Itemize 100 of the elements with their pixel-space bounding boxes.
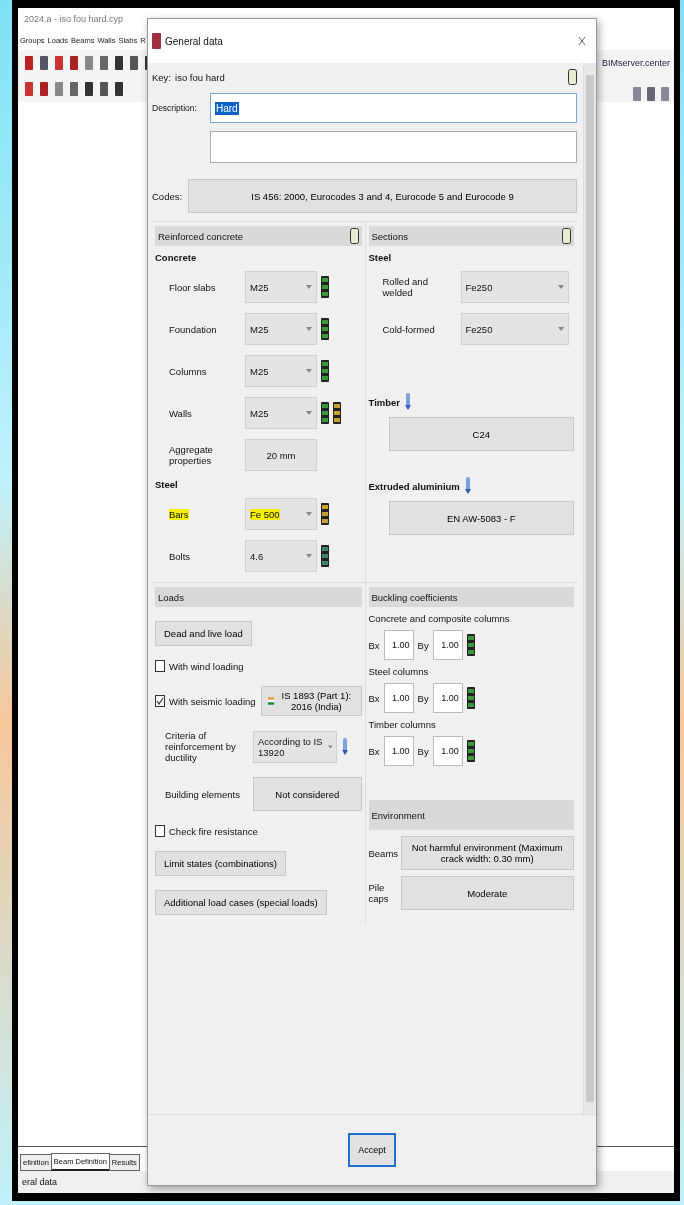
material-select[interactable]: M25 [245, 271, 317, 303]
coefficient-label: Bx [368, 692, 380, 704]
field-label: Criteria of reinforcement by ductility [165, 730, 237, 763]
tool-icon[interactable] [69, 81, 79, 97]
material-select[interactable]: M25 [245, 313, 317, 345]
scrollbar[interactable] [583, 63, 596, 1114]
section-title: Loads [158, 591, 184, 603]
tool-icon[interactable] [39, 55, 49, 71]
database-icon[interactable] [321, 503, 329, 525]
tool-icon[interactable] [84, 81, 94, 97]
tool-icon[interactable] [99, 55, 109, 71]
coefficient-field[interactable]: 1.00 [383, 683, 414, 713]
group-label: Timber columns [368, 719, 437, 730]
coefficient-label: Bx [368, 745, 380, 757]
aggregate-button[interactable]: 20 mm [245, 439, 317, 471]
codes-label: Codes: [152, 190, 184, 202]
checkbox[interactable] [155, 825, 165, 837]
caret-icon [306, 285, 312, 289]
app-icon [152, 33, 161, 49]
coefficient-label: By [417, 639, 429, 651]
field-label: Aggregate properties [169, 444, 214, 466]
coefficient-field[interactable]: 1.00 [432, 683, 463, 713]
material-select[interactable]: M25 [245, 355, 317, 387]
environment-button[interactable]: Not harmful environment (Maximum crack width: 0.30 mm) [400, 836, 574, 870]
description-field[interactable]: Hard [210, 93, 577, 123]
material-select[interactable]: 4.6 [245, 540, 317, 572]
section-title: Buckling coefficients [371, 591, 458, 603]
code-button[interactable]: IS 1893 (Part 1): 2016 (India) [261, 686, 362, 716]
checkbox-label: Check fire resistance [169, 825, 258, 837]
document-icon[interactable] [349, 228, 359, 244]
document-icon[interactable] [568, 69, 577, 85]
caret-icon [306, 411, 312, 415]
tool-icon[interactable] [69, 55, 79, 71]
field-label: Pile caps [368, 882, 390, 904]
tool-icon[interactable] [114, 55, 124, 71]
tool-icon[interactable] [114, 81, 124, 97]
group-label: Steel columns [368, 666, 430, 677]
tool-icon[interactable] [99, 81, 109, 97]
codes-button[interactable]: IS 456: 2000, Eurocodes 3 and 4, Eurocode 5 and Eurocode 9 [188, 179, 577, 213]
database-icon[interactable] [466, 687, 475, 709]
dialog-title: General data [165, 35, 224, 47]
material-label: Bolts [169, 550, 191, 562]
coefficient-label: By [417, 692, 429, 704]
tool-icon[interactable] [646, 86, 656, 102]
action-button[interactable]: Additional load cases (special loads) [155, 890, 327, 915]
material-label: Columns [169, 365, 207, 377]
material-select[interactable]: Fe250 [460, 271, 569, 303]
aluminium-button[interactable]: EN AW-5083 - F [388, 501, 574, 535]
action-button[interactable]: Limit states (combinations) [155, 851, 286, 876]
database-icon[interactable] [466, 740, 475, 762]
material-select[interactable]: Fe250 [460, 313, 569, 345]
material-label: Rolled and welded [382, 276, 429, 298]
material-label: Cold-formed [382, 323, 436, 335]
timber-button[interactable]: C24 [388, 417, 574, 451]
tool-icon[interactable] [39, 81, 49, 97]
field-label: Building elements [165, 788, 241, 800]
environment-button[interactable]: Moderate [400, 876, 574, 910]
coefficient-field[interactable]: 1.00 [383, 630, 414, 660]
group-title: Extruded aluminium [368, 480, 460, 492]
caret-icon [557, 327, 564, 331]
checkbox[interactable] [155, 660, 165, 672]
bimserver-link[interactable]: BIMserver.center [601, 58, 670, 68]
database-icon[interactable] [466, 634, 475, 656]
coefficient-label: By [417, 745, 429, 757]
material-select[interactable]: Fe 500 [245, 498, 317, 530]
description-field[interactable] [210, 131, 577, 163]
material-label: Bars [169, 508, 189, 520]
caret-icon [306, 512, 312, 516]
caret-icon [557, 285, 564, 289]
checkbox-label: With wind loading [169, 660, 244, 672]
group-title: Concrete [155, 252, 198, 263]
group-label: Concrete and composite columns [368, 613, 511, 624]
material-label: Walls [169, 407, 192, 419]
ductility-select[interactable]: According to IS 13920 [253, 730, 337, 763]
section-title: Reinforced concrete [158, 230, 244, 242]
database-icon[interactable] [333, 402, 341, 424]
key-value: iso fou hard [175, 71, 225, 83]
material-label: Floor slabs [169, 281, 216, 293]
info-icon[interactable] [404, 393, 412, 411]
caret-icon [327, 744, 332, 749]
accept-button[interactable]: Accept [348, 1133, 396, 1167]
key-label: Key: [152, 71, 171, 83]
tool-icon[interactable] [24, 55, 34, 71]
field-label: Beams [368, 847, 397, 859]
coefficient-field[interactable]: 1.00 [383, 736, 414, 766]
coefficient-field[interactable]: 1.00 [432, 736, 463, 766]
close-icon[interactable] [578, 36, 586, 46]
coefficient-label: Bx [368, 639, 380, 651]
info-icon[interactable] [341, 737, 349, 756]
info-icon[interactable] [463, 477, 472, 495]
checkbox-label: With seismic loading [169, 695, 257, 707]
coefficient-field[interactable]: 1.00 [432, 630, 463, 660]
material-select[interactable]: M25 [245, 397, 317, 429]
description-label: Description: [152, 103, 198, 113]
checkbox[interactable] [155, 695, 165, 707]
document-icon[interactable] [562, 228, 571, 244]
action-button[interactable]: Dead and live load [155, 621, 252, 646]
app-title: 2024.a - iso fou hard.cyp [23, 13, 125, 26]
value-button[interactable]: Not considered [253, 777, 362, 811]
tool-icon[interactable] [129, 55, 139, 71]
